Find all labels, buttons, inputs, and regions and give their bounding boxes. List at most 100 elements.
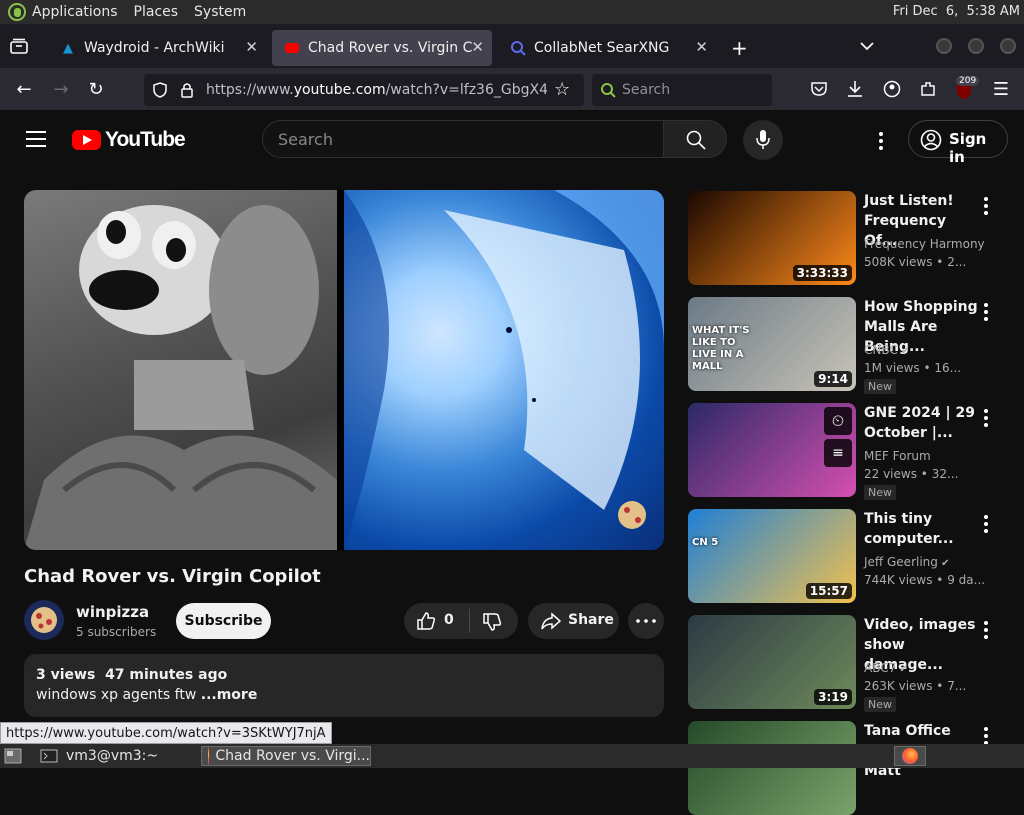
verified-check-icon: ✔ (937, 558, 950, 569)
top-panel: Applications Places System Fri Dec 6, 5:… (0, 0, 1024, 24)
recommendation-thumbnail[interactable]: 3:19 (688, 615, 856, 709)
youtube-search-input[interactable] (278, 130, 648, 149)
reload-icon[interactable]: ↻ (85, 78, 107, 100)
video-player[interactable] (24, 190, 664, 550)
channel-avatar[interactable] (24, 600, 64, 640)
tab-archwiki[interactable]: ▲ Waydroid - ArchWiki ✕ (48, 30, 266, 66)
more-actions-button[interactable] (628, 603, 664, 639)
recommendation-menu-icon[interactable] (984, 303, 990, 324)
recommendation-menu-icon[interactable] (984, 515, 990, 536)
taskbar-firefox[interactable]: Chad Rover vs. Virgi... (201, 746, 371, 766)
youtube-search-button[interactable] (663, 120, 727, 158)
close-tab-icon[interactable]: ✕ (695, 38, 708, 56)
like-icon[interactable] (416, 611, 436, 631)
chevron-down-icon[interactable] (860, 41, 874, 51)
panel-clock[interactable]: Fri Dec 6, 5:38 AM (893, 4, 1020, 19)
recommendation-thumbnail[interactable]: CN 5 15:57 (688, 509, 856, 603)
subscribe-button[interactable]: Subscribe (176, 603, 271, 639)
extensions-icon[interactable] (919, 80, 937, 98)
voice-search-button[interactable] (743, 120, 783, 160)
share-arrow-icon (541, 612, 562, 630)
shield-icon[interactable] (152, 82, 168, 98)
back-icon[interactable]: ← (13, 78, 35, 100)
recommendation-title[interactable]: This tiny computer... (864, 509, 982, 549)
watch-later-icon[interactable]: ⏲ (824, 407, 852, 435)
lock-icon[interactable] (180, 81, 194, 99)
sign-in-button[interactable]: Sign in (908, 120, 1008, 166)
taskbar-terminal[interactable]: vm3@vm3:~ (34, 746, 194, 766)
tab-title: CollabNet SearXNG (534, 40, 670, 56)
add-to-queue-icon[interactable]: ≡ (824, 439, 852, 467)
minimize-window-button[interactable] (936, 38, 952, 54)
youtube-play-icon (72, 130, 101, 150)
recommendation-menu-icon[interactable] (984, 409, 990, 430)
menu-system[interactable]: System (194, 4, 246, 20)
verified-check-icon: ✔ (896, 664, 908, 675)
bookmark-star-icon[interactable]: ☆ (554, 79, 570, 100)
recommendation-channel[interactable]: Frequency Harmony (864, 237, 985, 251)
account-icon[interactable] (883, 80, 901, 98)
url-text[interactable]: https://www.youtube.com/watch?v=lfz36_Gb… (206, 82, 548, 98)
forward-icon[interactable]: → (50, 78, 72, 100)
search-placeholder: Search (622, 82, 671, 98)
more-horizontal-icon (636, 619, 656, 623)
share-button[interactable]: Share (528, 603, 619, 639)
terminal-icon (40, 749, 58, 763)
navigation-bar: ← → ↻ https://www.youtube.com/watch?v=lf… (0, 68, 1024, 110)
pocket-icon[interactable] (810, 80, 828, 98)
duration-badge: 9:14 (814, 371, 852, 387)
search-engine-icon[interactable] (600, 82, 616, 98)
recommendation-channel[interactable]: ABC7 ✔ (864, 661, 908, 675)
duration-badge: 3:33:33 (792, 265, 852, 281)
divider (469, 609, 470, 633)
recommendation-card[interactable]: ⏲ ≡ GNE 2024 | 29 October |... MEF Forum 22 v… (688, 403, 1008, 500)
youtube-logo[interactable]: YouTube (72, 128, 186, 152)
recommendation-menu-icon[interactable] (984, 197, 990, 218)
youtube-icon (284, 40, 300, 56)
close-tab-icon[interactable]: ✕ (471, 38, 484, 56)
more-link[interactable]: ...more (201, 687, 258, 703)
tab-searxng[interactable]: CollabNet SearXNG ✕ (498, 30, 716, 66)
settings-kebab-icon[interactable] (870, 130, 892, 152)
downloads-icon[interactable] (846, 80, 864, 98)
show-desktop-icon[interactable] (4, 748, 22, 764)
dislike-icon[interactable] (482, 612, 502, 632)
bottom-taskbar: vm3@vm3:~ Chad Rover vs. Virgi... (0, 744, 1024, 768)
new-badge: New (864, 697, 896, 712)
recommendation-card[interactable]: WHAT IT'S LIKE TO LIVE IN A MALL 9:14 How … (688, 297, 1008, 394)
recommendation-card[interactable]: CN 5 15:57 This tiny computer... Jeff Geerli… (688, 509, 1008, 603)
youtube-search-box[interactable] (262, 120, 664, 158)
recommendation-channel[interactable]: Jeff Geerling ✔ (864, 555, 949, 569)
recommendation-thumbnail[interactable]: ⏲ ≡ (688, 403, 856, 497)
recommendation-menu-icon[interactable] (984, 621, 990, 642)
url-bar[interactable]: https://www.youtube.com/watch?v=lfz36_Gb… (144, 74, 584, 106)
workspace-switcher[interactable] (894, 746, 926, 766)
close-window-button[interactable] (1000, 38, 1016, 54)
recommendation-card[interactable]: 3:33:33 Just Listen! Frequency Of... Freque… (688, 191, 1008, 285)
recommendation-channel[interactable]: MEF Forum (864, 449, 931, 463)
new-tab-icon[interactable]: + (731, 36, 748, 60)
maximize-window-button[interactable] (968, 38, 984, 54)
menu-applications[interactable]: Applications (32, 4, 118, 20)
taskbar-terminal-label: vm3@vm3:~ (66, 748, 159, 764)
tab-youtube[interactable]: Chad Rover vs. Virgin Copilot ✕ (272, 30, 492, 66)
menu-places[interactable]: Places (134, 4, 179, 20)
recommendation-thumbnail[interactable] (688, 721, 856, 815)
channel-name[interactable]: winpizza (76, 603, 149, 621)
description-box[interactable]: 3 views 47 minutes ago windows xp agents… (24, 654, 664, 717)
close-tab-icon[interactable]: ✕ (245, 38, 258, 56)
recommendation-thumbnail[interactable]: 3:33:33 (688, 191, 856, 285)
guide-menu-icon[interactable] (26, 131, 46, 152)
recommendation-meta: 263K views • 7... (864, 679, 967, 693)
recommendation-thumbnail[interactable]: WHAT IT'S LIKE TO LIVE IN A MALL 9:14 (688, 297, 856, 391)
recommendation-channel[interactable]: CNBC ✔ (864, 343, 909, 357)
workspace-firefox-icon (902, 748, 918, 764)
recommendation-title[interactable]: GNE 2024 | 29 October |... (864, 403, 982, 443)
recommendation-card[interactable]: Tana OfficeHours with Matt (688, 721, 1008, 815)
tab-overview-icon[interactable] (10, 38, 28, 54)
recommendation-card[interactable]: 3:19 Video, images show damage... ABC7 ✔ 263… (688, 615, 1008, 712)
gnome-menu-icon[interactable] (8, 3, 26, 21)
menu-hamburger-icon[interactable]: ☰ (990, 78, 1012, 100)
search-bar[interactable]: Search (592, 74, 772, 106)
ublock-count-badge: 209 (956, 76, 980, 86)
